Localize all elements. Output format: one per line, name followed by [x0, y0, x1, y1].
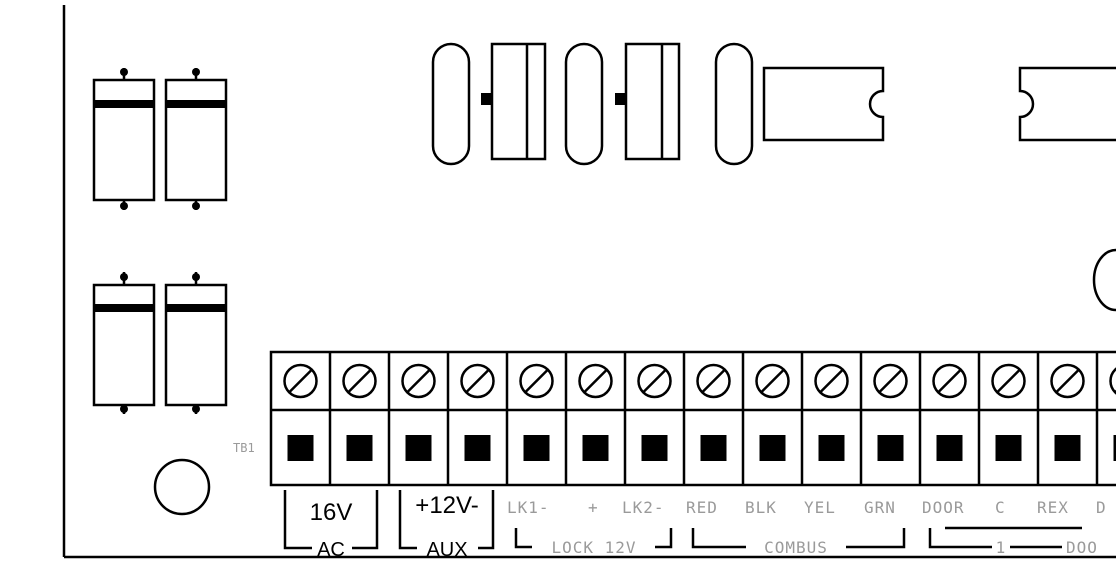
- aux-group: +12V- AUX: [398, 490, 495, 561]
- crystal: [714, 42, 754, 166]
- terminal-contact: [995, 435, 1022, 461]
- terminal-contact: [818, 435, 845, 461]
- partial-component: [1092, 248, 1116, 312]
- terminal-screw-icon: [814, 363, 849, 399]
- terminal-contact: [759, 435, 786, 461]
- terminal-label-yel: YEL: [804, 498, 836, 517]
- terminal-screw-icon: [991, 363, 1026, 399]
- door-group: 1 DOO: [928, 526, 1098, 557]
- terminal-contact: [582, 435, 609, 461]
- terminal-contact: [346, 435, 373, 461]
- terminal-screw-icon: [401, 363, 436, 399]
- terminal-label-c: C: [995, 498, 1006, 517]
- door-label: DOO: [1066, 538, 1098, 557]
- terminal-screw-icon: [1050, 363, 1085, 399]
- terminal-contact: [700, 435, 727, 461]
- board-outline: [62, 5, 1116, 559]
- terminal-label-d: D: [1096, 498, 1107, 517]
- components-top: [431, 42, 1116, 312]
- terminal-label-rex: REX: [1037, 498, 1069, 517]
- crystal: [431, 42, 471, 166]
- terminal-screw-icon: [696, 363, 731, 399]
- capacitor: [92, 283, 156, 407]
- terminal-screw-icon: [873, 363, 908, 399]
- capacitor-group-top: [92, 68, 228, 210]
- terminal-block-label: TB1: [233, 441, 255, 455]
- terminal-label-lk2: LK2-: [622, 498, 665, 517]
- combus-group: COMBUS: [691, 528, 906, 557]
- capacitor-band: [94, 100, 154, 108]
- capacitor-band: [166, 100, 226, 108]
- combus-label: COMBUS: [764, 538, 828, 557]
- terminal-contact: [877, 435, 904, 461]
- terminal-screw-icon: [578, 363, 613, 399]
- terminal-contact: [523, 435, 550, 461]
- relay: [490, 42, 547, 161]
- lock-label: LOCK 12V: [551, 538, 636, 557]
- ac-label: AC: [317, 539, 345, 561]
- terminal-contact: [287, 435, 314, 461]
- ac-group: 16V AC: [283, 490, 379, 561]
- terminal-screw-icon: [460, 363, 495, 399]
- crystal: [564, 42, 604, 166]
- aux-voltage-label: +12V-: [415, 492, 478, 519]
- capacitor: [164, 78, 228, 202]
- aux-label: AUX: [426, 539, 467, 561]
- ic-chip: [1018, 66, 1116, 142]
- terminal-label-red: RED: [686, 498, 718, 517]
- ac-voltage-label: 16V: [310, 499, 353, 526]
- terminal-contact: [464, 435, 491, 461]
- terminal-contact: [1054, 435, 1081, 461]
- terminal-screws: [283, 352, 1116, 485]
- terminal-block: [269, 350, 1116, 487]
- door-number-label: 1: [996, 538, 1007, 557]
- terminal-label-door: DOOR: [922, 498, 965, 517]
- terminal-screw-icon: [755, 363, 790, 399]
- relay: [624, 42, 681, 161]
- terminal-contact: [405, 435, 432, 461]
- lock-group: LOCK 12V: [514, 528, 673, 557]
- ic-chip: [762, 66, 885, 142]
- capacitor: [164, 283, 228, 407]
- terminal-label-grn: GRN: [864, 498, 896, 517]
- terminal-label-blk: BLK: [745, 498, 777, 517]
- mounting-hole: [153, 458, 211, 516]
- circuit-board-diagram: TB1 LK1- + LK2- RED BLK YEL GRN DOOR C R…: [62, 5, 1116, 561]
- capacitor-group-bottom: [92, 272, 228, 414]
- terminal-labels: LK1- + LK2- RED BLK YEL GRN DOOR C REX D: [507, 498, 1107, 517]
- terminal-contact: [936, 435, 963, 461]
- capacitor-band: [166, 304, 226, 312]
- terminal-contact: [641, 435, 668, 461]
- terminal-screw-icon: [932, 363, 967, 399]
- terminal-screw-icon: [283, 363, 318, 399]
- capacitor: [92, 78, 156, 202]
- terminal-screw-icon: [342, 363, 377, 399]
- terminal-screw-icon: [637, 363, 672, 399]
- terminal-screw-icon: [519, 363, 554, 399]
- terminal-screw-icon: [1109, 367, 1116, 395]
- terminal-label-plus: +: [588, 498, 599, 517]
- capacitor-band: [94, 304, 154, 312]
- terminal-label-lk1: LK1-: [507, 498, 550, 517]
